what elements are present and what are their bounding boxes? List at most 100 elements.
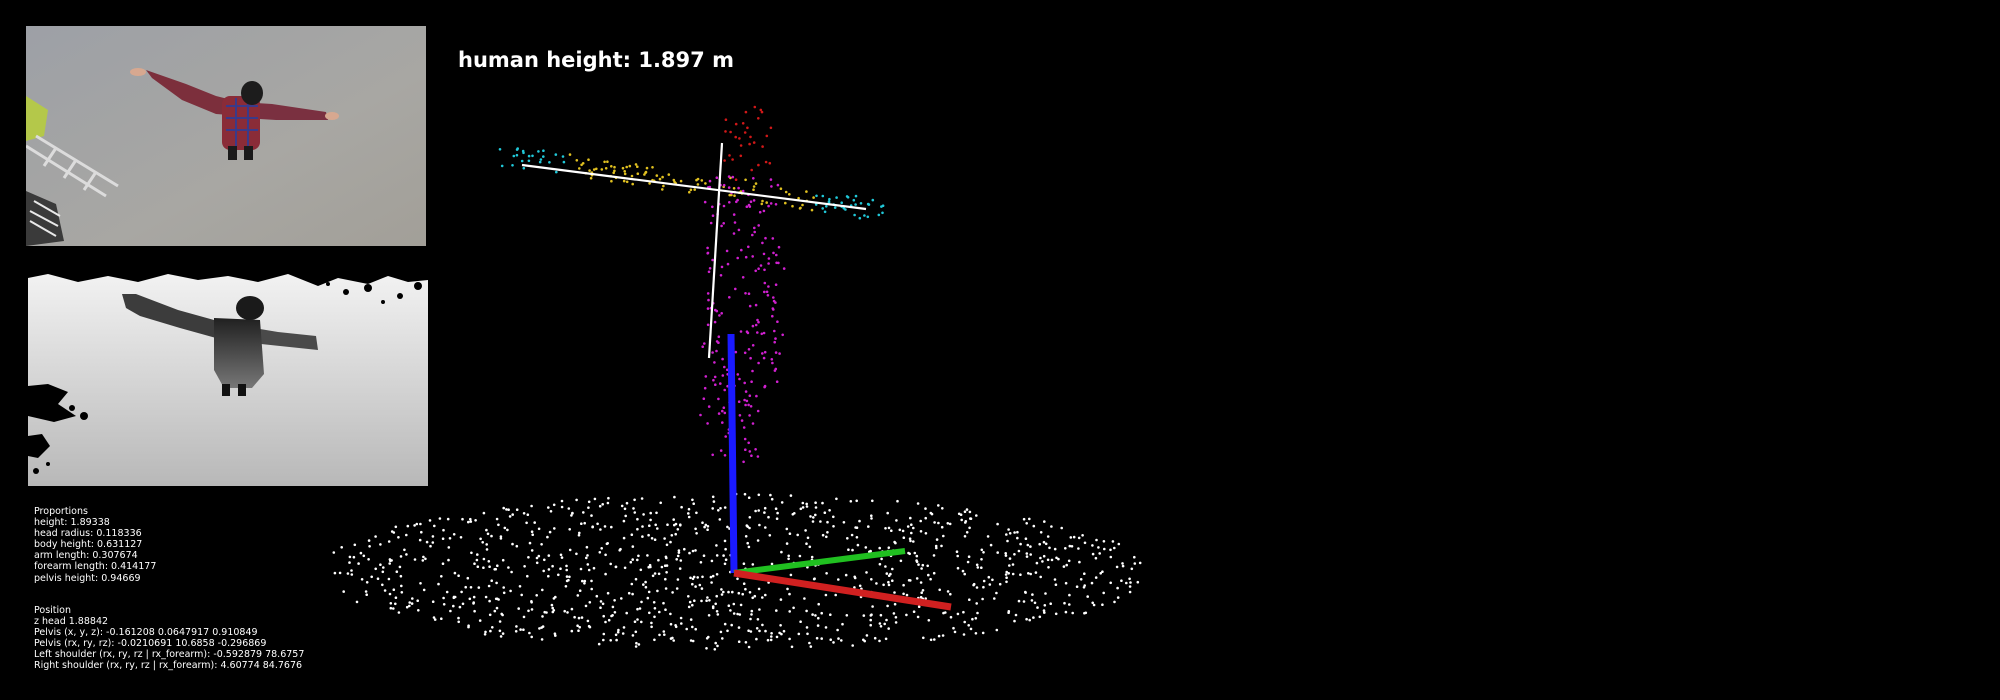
point [704,182,707,185]
point [530,530,534,533]
point [542,569,545,573]
point [711,214,715,217]
point [913,551,917,555]
point [934,544,938,548]
point [980,566,983,569]
point [408,601,412,604]
point [754,269,757,273]
point [706,252,709,255]
point [754,448,757,451]
point [1075,585,1079,588]
point [747,193,750,197]
point [552,609,556,612]
point [656,589,659,593]
point [1011,563,1015,566]
point [744,535,748,538]
point [763,506,767,510]
point [654,523,657,527]
point [936,603,939,607]
point [397,536,400,539]
point [875,582,878,585]
point [717,341,720,345]
point [996,522,999,526]
point [823,511,827,514]
point [376,577,380,580]
point [998,582,1002,586]
point [467,625,470,629]
point [726,373,729,376]
point [741,189,745,193]
point [832,203,835,206]
point [965,531,969,534]
point [976,611,979,615]
point [560,556,564,559]
point [739,144,743,147]
point [871,499,874,503]
point [982,551,985,554]
point [806,632,809,636]
point [1116,586,1119,590]
point [729,553,732,557]
point [784,190,788,194]
point [748,526,751,530]
point [676,554,680,558]
point [756,539,760,542]
depth-camera-image [28,266,428,486]
point [467,624,470,627]
point [857,590,860,593]
point [1069,536,1073,539]
point [893,591,896,594]
point [969,517,973,520]
point [726,262,730,266]
point [715,340,719,343]
point [832,641,835,644]
point [829,638,832,641]
point [714,308,717,312]
point [730,193,733,197]
point [847,548,850,551]
point [530,549,534,552]
point [611,614,614,617]
point [884,637,888,641]
point [912,540,915,543]
point [650,625,653,629]
point [685,627,688,631]
coordinate-axes [727,333,952,611]
point [332,551,336,554]
point [359,551,363,555]
point [669,540,672,544]
point [750,609,754,613]
point [975,602,978,605]
point [727,431,731,435]
point [346,572,350,575]
point [814,203,818,206]
point [485,543,489,546]
point [788,637,791,641]
point [862,614,866,617]
point [744,641,748,644]
point [1091,552,1095,556]
point [732,232,736,235]
point [405,553,408,556]
point [656,527,659,530]
point [927,619,931,622]
point [816,624,820,627]
point [866,202,870,206]
point [741,592,744,596]
point [891,595,894,599]
point [792,561,796,565]
point [972,583,975,587]
point [653,572,657,575]
point [853,586,856,589]
point [355,600,359,604]
point [1019,573,1022,576]
point [680,505,683,509]
point [1028,517,1031,521]
point [725,249,729,253]
point [520,593,523,597]
point [855,499,858,503]
point [919,595,923,599]
point [1024,590,1027,594]
point [413,524,416,527]
point [633,620,637,623]
